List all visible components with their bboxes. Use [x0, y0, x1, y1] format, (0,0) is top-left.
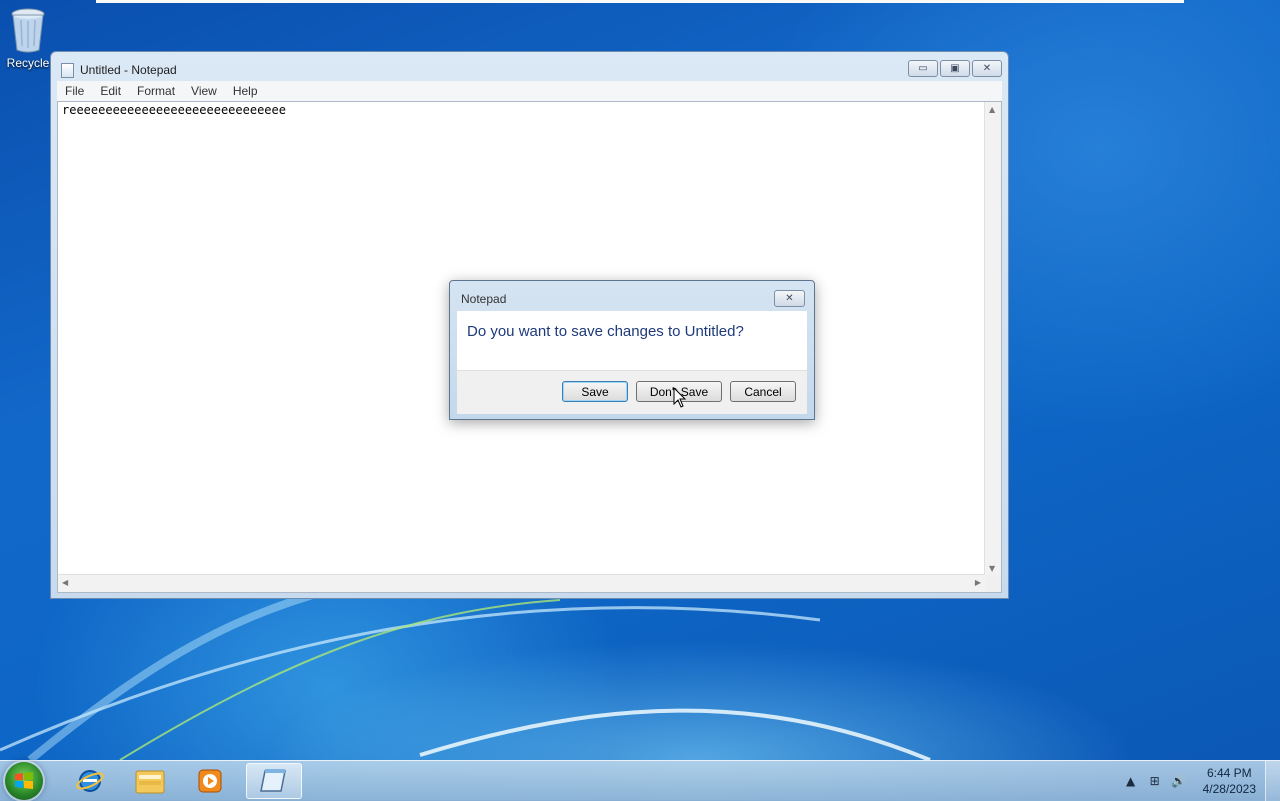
save-button[interactable]: Save	[562, 381, 628, 402]
maximize-button[interactable]: ▣	[940, 60, 970, 77]
close-button[interactable]: ✕	[972, 60, 1002, 77]
menu-view[interactable]: View	[183, 81, 225, 101]
taskbar-notepad[interactable]	[246, 763, 302, 799]
resize-grip[interactable]	[985, 575, 1001, 592]
taskbar-internet-explorer[interactable]	[62, 763, 118, 799]
notepad-icon	[61, 62, 74, 78]
caption-buttons: ▭ ▣ ✕	[908, 60, 1002, 77]
cancel-button[interactable]: Cancel	[730, 381, 796, 402]
dialog-message: Do you want to save changes to Untitled?	[467, 323, 744, 340]
scroll-up-icon[interactable]: ▲	[989, 105, 995, 114]
scroll-right-icon[interactable]: ▶	[975, 578, 981, 587]
menubar: File Edit Format View Help	[57, 81, 1002, 101]
taskbar-windows-explorer[interactable]	[122, 763, 178, 799]
clock-time: 6:44 PM	[1206, 766, 1252, 780]
taskbar: ▲ ⊞ 🔊 6:44 PM 4/28/2023	[0, 760, 1280, 801]
show-desktop-button[interactable]	[1265, 761, 1280, 801]
scroll-down-icon[interactable]: ▼	[989, 564, 995, 573]
editor-content[interactable]: reeeeeeeeeeeeeeeeeeeeeeeeeeeeee	[62, 103, 286, 117]
start-button[interactable]	[5, 762, 43, 800]
mouse-cursor-icon	[673, 387, 687, 408]
notepad-icon	[260, 769, 286, 792]
recycle-bin-icon	[11, 8, 45, 53]
menu-format[interactable]: Format	[129, 81, 183, 101]
notepad-titlebar[interactable]: Untitled - Notepad	[61, 60, 177, 80]
top-strip	[96, 0, 1184, 3]
dialog-footer: Save Don't Save Cancel	[457, 370, 807, 414]
horizontal-scrollbar[interactable]: ◀ ▶	[58, 574, 985, 592]
minimize-button[interactable]: ▭	[908, 60, 938, 77]
notepad-title: Untitled - Notepad	[80, 63, 177, 77]
dialog-close-button[interactable]: ✕	[774, 290, 805, 307]
save-changes-dialog[interactable]: Notepad ✕ Do you want to save changes to…	[449, 280, 815, 420]
system-tray: ▲ ⊞ 🔊 6:44 PM 4/28/2023	[1117, 761, 1256, 801]
menu-edit[interactable]: Edit	[92, 81, 129, 101]
taskbar-media-player[interactable]	[182, 763, 238, 799]
windows-logo-icon	[15, 772, 33, 789]
windows-explorer-icon	[135, 770, 165, 794]
internet-explorer-icon	[76, 770, 104, 792]
dialog-title: Notepad	[461, 292, 507, 306]
clock[interactable]: 6:44 PM 4/28/2023	[1203, 765, 1256, 797]
volume-icon[interactable]: 🔊	[1169, 774, 1189, 788]
media-player-icon	[198, 769, 222, 793]
network-icon[interactable]: ⊞	[1145, 774, 1165, 788]
show-hidden-icons-icon[interactable]: ▲	[1121, 774, 1141, 788]
recycle-bin-label: Recycle	[6, 56, 50, 70]
vertical-scrollbar[interactable]: ▲ ▼	[984, 102, 1001, 576]
dialog-body: Do you want to save changes to Untitled?…	[457, 311, 807, 414]
menu-help[interactable]: Help	[225, 81, 266, 101]
scroll-left-icon[interactable]: ◀	[62, 578, 68, 587]
wallpaper-swoosh	[0, 586, 931, 760]
clock-date: 4/28/2023	[1202, 782, 1256, 796]
recycle-bin[interactable]: Recycle	[2, 4, 54, 70]
menu-file[interactable]: File	[57, 81, 92, 101]
